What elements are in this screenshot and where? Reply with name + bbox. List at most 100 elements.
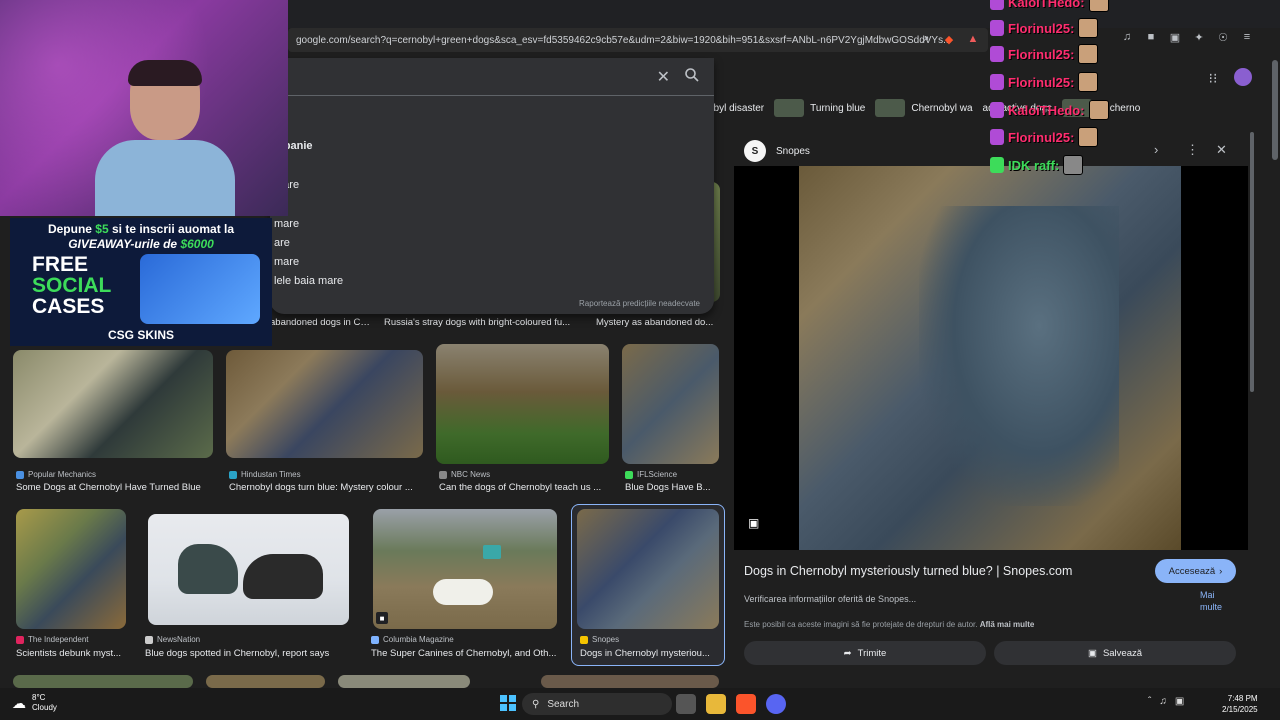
chat-message: Florinul25: xyxy=(990,127,1099,147)
taskbar-search[interactable]: ⚲ Search xyxy=(522,693,672,715)
result-caption[interactable]: Mystery as abandoned do... xyxy=(596,317,720,328)
result-image[interactable] xyxy=(541,675,719,688)
panel-title[interactable]: Dogs in Chernobyl mysteriously turned bl… xyxy=(744,564,1072,578)
share-icon: ➦ xyxy=(843,647,852,659)
promo-brand: CSG SKINS xyxy=(107,328,174,342)
result-image[interactable] xyxy=(16,509,126,629)
result-image[interactable] xyxy=(436,344,609,464)
headphones xyxy=(128,60,202,86)
result-caption[interactable]: abandoned dogs in Che... xyxy=(270,317,374,328)
site-favicon xyxy=(145,635,153,644)
address-bar[interactable]: google.com/search?q=cernobyl+green+dogs&… xyxy=(288,28,988,52)
search-box[interactable] xyxy=(270,58,714,96)
chat-message: KaloiTHedo: xyxy=(990,100,1109,120)
result-source: NBC News xyxy=(439,470,490,479)
chip[interactable]: obyl disaster xyxy=(708,103,764,114)
preview-image[interactable] xyxy=(799,166,1181,550)
result-image[interactable] xyxy=(226,350,423,458)
emote-icon xyxy=(1078,18,1099,38)
chip-thumbnail xyxy=(875,99,906,117)
rewards-icon[interactable]: ▲ xyxy=(966,32,980,46)
result-image[interactable] xyxy=(622,344,719,464)
result-image[interactable] xyxy=(13,350,213,458)
page-scrollbar[interactable] xyxy=(1272,60,1278,160)
report-predictions-link[interactable]: Raportează predicțiile neadecvate xyxy=(579,299,700,308)
suggestion-item[interactable]: mare xyxy=(274,218,299,230)
fact-check-text: Verificarea informațiilor oferită de Sno… xyxy=(744,594,917,604)
sub-badge-icon xyxy=(990,157,1004,173)
share-button[interactable]: ➦ Trimite xyxy=(744,641,986,665)
chevron-right-icon: › xyxy=(1219,565,1223,577)
emote-icon xyxy=(1078,72,1099,92)
shield-icon[interactable]: ◆ xyxy=(942,32,956,46)
task-view-icon[interactable] xyxy=(676,694,696,714)
windows-taskbar: ☁ 8°C Cloudy ⚲ Search ˆ ♫ ▣ 7:48 PM 2/15/20… xyxy=(0,688,1280,720)
more-button[interactable]: Mai multe xyxy=(1200,589,1230,613)
site-favicon xyxy=(229,470,237,479)
sub-badge-icon xyxy=(990,20,1004,36)
cloud-icon: ☁ xyxy=(12,695,26,711)
clear-search-icon[interactable]: ✕ xyxy=(657,67,670,87)
result-image[interactable] xyxy=(577,509,719,629)
speaker-icon[interactable]: ♫ xyxy=(1159,696,1167,707)
result-caption[interactable]: Blue dogs spotted in Chernobyl, report s… xyxy=(145,648,355,659)
network-icon[interactable]: ▣ xyxy=(1175,696,1184,707)
chat-message: KaloiTHedo: xyxy=(990,0,1109,12)
suggestion-item[interactable]: lele baia mare xyxy=(274,275,343,287)
image-preview-panel: S Snopes › ⋮ ✕ ▣ Dogs in Chernobyl myste… xyxy=(734,130,1248,678)
result-caption[interactable]: Can the dogs of Chernobyl teach us ... xyxy=(439,482,609,493)
result-caption[interactable]: Russia's stray dogs with bright-coloured… xyxy=(384,317,580,328)
system-tray: ˆ ♫ ▣ xyxy=(1148,696,1184,707)
result-image[interactable] xyxy=(13,675,193,688)
search-suggestions-dropdown: ✕ mpanie mare mare are mare lele baia ma… xyxy=(270,58,714,314)
lens-search-icon[interactable]: ▣ xyxy=(748,516,764,532)
visit-button[interactable]: Accesează › xyxy=(1155,559,1236,583)
share-icon[interactable]: ↗ xyxy=(918,32,932,46)
panel-source[interactable]: S Snopes xyxy=(744,140,810,162)
system-clock[interactable]: 7:48 PM 2/15/2025 xyxy=(1222,693,1258,715)
result-source: Hindustan Times xyxy=(229,470,301,479)
chip[interactable]: Chernobyl wa xyxy=(875,99,973,117)
chat-message: Florinul25: xyxy=(990,72,1099,92)
result-image[interactable] xyxy=(338,675,470,688)
emote-icon xyxy=(1088,100,1109,120)
site-favicon xyxy=(371,635,379,644)
result-source: The Independent xyxy=(16,635,89,644)
emote-icon xyxy=(1078,127,1099,147)
result-source: NewsNation xyxy=(145,635,200,644)
learn-more-link[interactable]: Află mai multe xyxy=(980,620,1035,629)
result-caption[interactable]: Some Dogs at Chernobyl Have Turned Blue xyxy=(16,482,216,493)
copyright-notice: Este posibil ca aceste imagini să fie pr… xyxy=(744,620,1035,629)
save-button[interactable]: ▣ Salvează xyxy=(994,641,1236,665)
search-icon[interactable] xyxy=(684,67,700,83)
result-caption[interactable]: Blue Dogs Have B... xyxy=(625,482,717,493)
brave-browser-icon[interactable] xyxy=(736,694,756,714)
result-caption[interactable]: Chernobyl dogs turn blue: Mystery colour… xyxy=(229,482,421,493)
chip[interactable]: Turning blue xyxy=(774,99,865,117)
sub-badge-icon xyxy=(990,102,1004,118)
result-caption[interactable]: The Super Canines of Chernobyl, and Oth.… xyxy=(371,648,561,659)
video-badge-icon: ■ xyxy=(376,612,388,624)
result-caption[interactable]: Scientists debunk myst... xyxy=(16,648,126,659)
result-image[interactable] xyxy=(206,675,325,688)
start-button[interactable] xyxy=(500,695,516,711)
suggestion-item[interactable]: mare xyxy=(274,256,299,268)
address-bar-actions: ↗ ◆ ▲ xyxy=(918,32,980,46)
result-image[interactable] xyxy=(373,509,557,629)
chat-message: Florinul25: xyxy=(990,44,1099,64)
result-caption[interactable]: Dogs in Chernobyl mysteriou... xyxy=(580,648,716,659)
chat-message: IDK raff: xyxy=(990,155,1084,175)
promo-free-cases: FREE SOCIAL CASES xyxy=(32,253,112,318)
sub-badge-icon xyxy=(990,74,1004,90)
file-explorer-icon[interactable] xyxy=(706,694,726,714)
result-image[interactable] xyxy=(148,514,349,625)
url-text: google.com/search?q=cernobyl+green+dogs&… xyxy=(296,34,952,46)
site-favicon xyxy=(625,470,633,479)
sub-badge-icon xyxy=(990,0,1004,10)
discord-icon[interactable] xyxy=(766,694,786,714)
emote-icon xyxy=(1063,155,1084,175)
weather-widget[interactable]: ☁ 8°C Cloudy xyxy=(12,693,57,713)
suggestion-item[interactable]: are xyxy=(274,237,290,249)
panel-scrollbar[interactable] xyxy=(1250,132,1254,392)
chevron-up-icon[interactable]: ˆ xyxy=(1148,696,1151,707)
